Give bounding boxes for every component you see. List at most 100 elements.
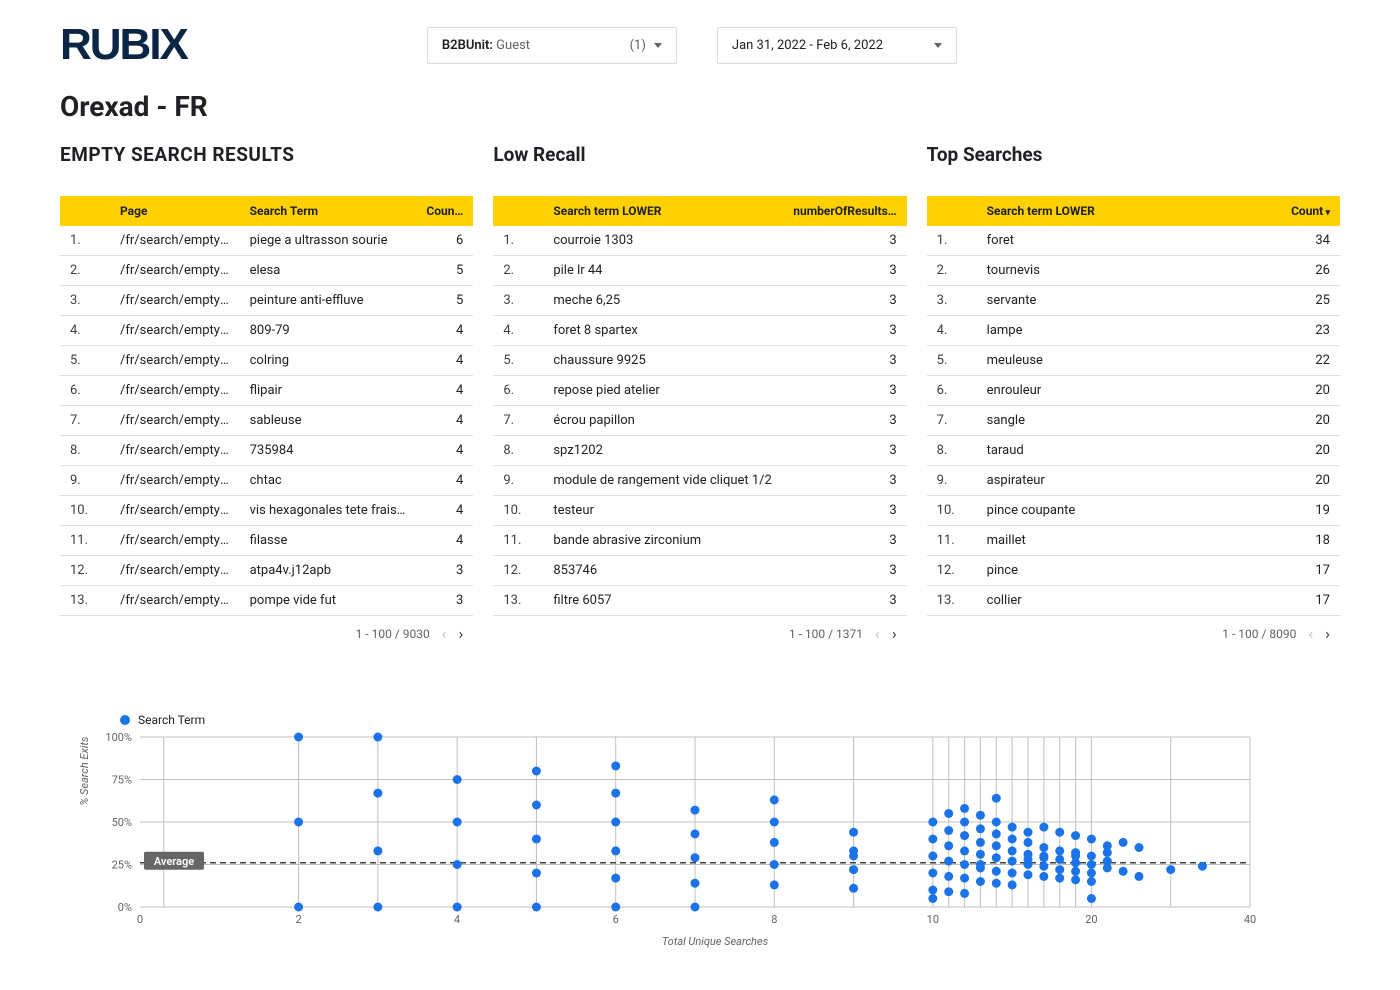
col-search-term-lower[interactable]: Search term LOWER [543, 196, 783, 226]
table-row[interactable]: 7.sangle20 [927, 406, 1340, 436]
table-row[interactable]: 2.tournevis26 [927, 256, 1340, 286]
svg-text:Average: Average [154, 855, 194, 868]
table-row[interactable]: 8.taraud20 [927, 436, 1340, 466]
row-term: servante [977, 286, 1281, 316]
row-term: foret [977, 226, 1281, 256]
row-term: 853746 [543, 556, 783, 586]
table-row[interactable]: 9./fr/search/empty-res…chtac4 [60, 466, 473, 496]
table-row[interactable]: 12.pince17 [927, 556, 1340, 586]
col-index[interactable] [927, 196, 977, 226]
caret-down-icon [934, 43, 942, 48]
table-row[interactable]: 4.lampe23 [927, 316, 1340, 346]
row-count: 4 [416, 316, 473, 346]
col-count[interactable]: Coun… [416, 196, 473, 226]
table-lowrecall: Search term LOWER numberOfResults… 1.cou… [493, 196, 906, 616]
table-row[interactable]: 9.aspirateur20 [927, 466, 1340, 496]
svg-text:4: 4 [454, 913, 460, 926]
row-count: 3 [783, 376, 906, 406]
table-row[interactable]: 6./fr/search/empty-res…flipair4 [60, 376, 473, 406]
col-search-term[interactable]: Search Term [240, 196, 417, 226]
row-count: 3 [783, 466, 906, 496]
row-count: 17 [1281, 586, 1340, 616]
table-row[interactable]: 13./fr/search/empty-res…pompe vide fut3 [60, 586, 473, 616]
next-page-button[interactable]: › [459, 624, 464, 643]
table-row[interactable]: 9.module de rangement vide cliquet 1/23 [493, 466, 906, 496]
row-term: maillet [977, 526, 1281, 556]
date-range-selector[interactable]: Jan 31, 2022 - Feb 6, 2022 [717, 27, 957, 64]
table-row[interactable]: 8.spz12023 [493, 436, 906, 466]
brand-logo: RUBIX [60, 20, 187, 70]
col-index[interactable] [493, 196, 543, 226]
table-row[interactable]: 1.courroie 13033 [493, 226, 906, 256]
scatter-plot[interactable]: 0%25%50%75%100%02468102040Average [90, 731, 1270, 931]
row-index: 8. [927, 436, 977, 466]
col-page[interactable]: Page [110, 196, 240, 226]
row-term: lampe [977, 316, 1281, 346]
row-term: chtac [240, 466, 417, 496]
table-row[interactable]: 2./fr/search/empty-res…elesa5 [60, 256, 473, 286]
table-row[interactable]: 1./fr/search/empty-res…piege a ultrasson… [60, 226, 473, 256]
table-row[interactable]: 2.pile lr 443 [493, 256, 906, 286]
table-row[interactable]: 7./fr/search/empty-res…sableuse4 [60, 406, 473, 436]
table-row[interactable]: 3./fr/search/empty-res…peinture anti-eff… [60, 286, 473, 316]
row-index: 1. [493, 226, 543, 256]
row-term: flipair [240, 376, 417, 406]
svg-text:50%: 50% [112, 816, 132, 829]
row-index: 9. [60, 466, 110, 496]
row-index: 3. [493, 286, 543, 316]
b2bunit-value: Guest [496, 38, 530, 53]
svg-text:100%: 100% [105, 731, 132, 744]
row-count: 4 [416, 406, 473, 436]
table-row[interactable]: 5./fr/search/empty-res…colring4 [60, 346, 473, 376]
prev-page-button[interactable]: ‹ [1308, 624, 1313, 643]
row-index: 9. [493, 466, 543, 496]
legend-dot-icon [120, 715, 130, 725]
table-row[interactable]: 13.filtre 60573 [493, 586, 906, 616]
table-row[interactable]: 4.foret 8 spartex3 [493, 316, 906, 346]
table-row[interactable]: 1.foret34 [927, 226, 1340, 256]
table-row[interactable]: 10.pince coupante19 [927, 496, 1340, 526]
table-row[interactable]: 7.écrou papillon3 [493, 406, 906, 436]
table-row[interactable]: 11.bande abrasive zirconium3 [493, 526, 906, 556]
row-term: elesa [240, 256, 417, 286]
table-row[interactable]: 10.testeur3 [493, 496, 906, 526]
scatter-chart-area: Search Term % Search Exits 0%25%50%75%10… [60, 713, 1340, 948]
row-index: 12. [493, 556, 543, 586]
col-number-of-results[interactable]: numberOfResults… [783, 196, 906, 226]
table-row[interactable]: 5.chaussure 99253 [493, 346, 906, 376]
svg-text:75%: 75% [112, 774, 132, 787]
panel-title-empty: EMPTY SEARCH RESULTS [60, 143, 473, 166]
row-index: 13. [493, 586, 543, 616]
table-row[interactable]: 11.maillet18 [927, 526, 1340, 556]
table-row[interactable]: 12./fr/search/empty-res…atpa4v.j12apb3 [60, 556, 473, 586]
row-count: 4 [416, 436, 473, 466]
table-row[interactable]: 10./fr/search/empty-res…vis hexagonales … [60, 496, 473, 526]
b2bunit-selector[interactable]: B2BUnit: Guest (1) [427, 27, 677, 64]
prev-page-button[interactable]: ‹ [875, 624, 880, 643]
table-row[interactable]: 3.servante25 [927, 286, 1340, 316]
next-page-button[interactable]: › [892, 624, 897, 643]
pager-empty: 1 - 100 / 9030 ‹ › [60, 616, 473, 643]
row-index: 10. [493, 496, 543, 526]
col-index[interactable] [60, 196, 110, 226]
col-search-term-lower[interactable]: Search term LOWER [977, 196, 1281, 226]
row-index: 2. [493, 256, 543, 286]
row-index: 13. [60, 586, 110, 616]
row-page: /fr/search/empty-res… [110, 226, 240, 256]
table-row[interactable]: 4./fr/search/empty-res…809-794 [60, 316, 473, 346]
table-row[interactable]: 3.meche 6,253 [493, 286, 906, 316]
row-index: 8. [493, 436, 543, 466]
table-row[interactable]: 6.repose pied atelier3 [493, 376, 906, 406]
row-term: filtre 6057 [543, 586, 783, 616]
row-count: 17 [1281, 556, 1340, 586]
next-page-button[interactable]: › [1325, 624, 1330, 643]
table-row[interactable]: 6.enrouleur20 [927, 376, 1340, 406]
svg-text:0: 0 [137, 913, 143, 926]
table-row[interactable]: 8./fr/search/empty-res…7359844 [60, 436, 473, 466]
table-row[interactable]: 13.collier17 [927, 586, 1340, 616]
table-row[interactable]: 11./fr/search/empty-res…filasse4 [60, 526, 473, 556]
table-row[interactable]: 5.meuleuse22 [927, 346, 1340, 376]
table-row[interactable]: 12.8537463 [493, 556, 906, 586]
col-count[interactable]: Count [1281, 196, 1340, 226]
prev-page-button[interactable]: ‹ [442, 624, 447, 643]
